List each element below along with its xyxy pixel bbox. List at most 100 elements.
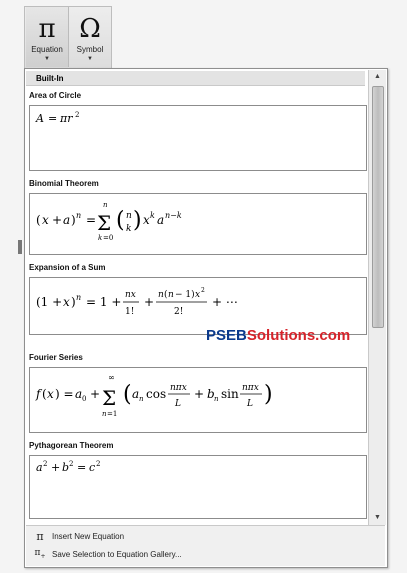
scroll-up-arrow-icon[interactable]: ▲	[369, 70, 386, 84]
svg-text:): )	[264, 382, 273, 407]
svg-text:b: b	[62, 461, 69, 474]
scrollbar-thumb[interactable]	[372, 86, 384, 328]
svg-text:n: n	[214, 395, 219, 403]
svg-text:=: =	[86, 213, 96, 227]
svg-text:2: 2	[201, 287, 205, 294]
save-selection-label: Save Selection to Equation Gallery...	[52, 550, 182, 559]
ribbon-equation-group: π Equation ▼ Ω Symbol ▼	[24, 6, 112, 69]
gallery-scrollbar[interactable]: ▲ ▼	[368, 70, 386, 525]
formula-pythagorean-theorem: a 2 + b 2 = c 2	[36, 460, 100, 474]
svg-text:(: (	[123, 382, 132, 407]
save-equation-icon: π+	[34, 548, 46, 560]
svg-text:2: 2	[69, 460, 73, 468]
gallery-item-title: Binomial Theorem	[29, 179, 99, 188]
svg-text:): )	[71, 213, 76, 227]
scroll-down-arrow-icon[interactable]: ▼	[369, 511, 386, 525]
svg-text:2!: 2!	[174, 307, 183, 317]
svg-text:sin: sin	[221, 387, 239, 401]
svg-text:a: a	[36, 461, 43, 474]
svg-text:L: L	[246, 399, 253, 409]
gallery-item-fourier-series[interactable]: f ( x ) = a 0 + ∞ Σ n =1 ( a n cos nπx L…	[29, 367, 367, 433]
svg-text:=0: =0	[103, 234, 113, 242]
svg-text:): )	[133, 208, 142, 233]
save-selection-item[interactable]: π+ Save Selection to Equation Gallery...	[26, 546, 385, 564]
svg-text:∞: ∞	[108, 373, 115, 382]
svg-text:x: x	[63, 295, 70, 309]
gallery-item-binomial-theorem[interactable]: ( x + a ) n = n Σ k =0 ( n k ) x k a n−k	[29, 193, 367, 255]
gallery-item-title: Fourier Series	[29, 353, 83, 362]
drag-marker	[18, 240, 22, 254]
equation-gallery-panel: Built-In Area of Circle A = πr 2 Binomia…	[24, 68, 388, 568]
section-header: Built-In	[26, 71, 365, 86]
chevron-down-icon: ▼	[44, 56, 50, 62]
formula-area-of-circle: A = πr 2	[35, 111, 79, 125]
svg-text:x: x	[47, 387, 54, 401]
svg-text:nx: nx	[125, 290, 136, 300]
svg-text:+: +	[194, 387, 204, 401]
chevron-down-icon: ▼	[87, 56, 93, 62]
svg-text:x: x	[143, 213, 150, 227]
svg-text:n: n	[126, 211, 132, 221]
svg-text:=: =	[48, 112, 57, 125]
svg-text:nπx: nπx	[170, 383, 187, 393]
word-equation-dropdown: π Equation ▼ Ω Symbol ▼ Built-In Area of…	[0, 0, 407, 573]
svg-text:n: n	[76, 293, 81, 302]
svg-text:n−k: n−k	[165, 211, 182, 220]
svg-text:n: n	[168, 290, 174, 300]
svg-text:c: c	[89, 461, 95, 474]
insert-new-equation-item[interactable]: π Insert New Equation	[26, 528, 385, 546]
omega-icon: Ω	[79, 14, 101, 44]
svg-text:n: n	[76, 211, 81, 220]
svg-text:x: x	[195, 290, 200, 300]
svg-text:=: =	[77, 461, 86, 474]
svg-text:+ ⋯: + ⋯	[212, 295, 238, 309]
watermark: PSEBSolutions.com	[206, 327, 350, 344]
gallery-item-area-of-circle[interactable]: A = πr 2	[29, 105, 367, 171]
svg-text:=1: =1	[107, 410, 117, 418]
svg-text:+: +	[51, 461, 60, 474]
svg-text:a: a	[157, 213, 164, 227]
svg-text:+: +	[144, 295, 154, 309]
equation-button[interactable]: π Equation ▼	[26, 7, 69, 67]
svg-text:(: (	[42, 387, 47, 401]
symbol-button[interactable]: Ω Symbol ▼	[69, 7, 111, 67]
formula-fourier-series: f ( x ) = a 0 + ∞ Σ n =1 ( a n cos nπx L…	[35, 373, 273, 418]
svg-text:− 1): − 1)	[175, 289, 195, 300]
svg-text:(: (	[116, 208, 125, 233]
svg-text:1!: 1!	[125, 307, 134, 317]
svg-text:Σ: Σ	[102, 386, 116, 410]
svg-text:= 1 +: = 1 +	[86, 295, 121, 309]
equation-button-label: Equation	[31, 45, 63, 54]
svg-text:(: (	[164, 289, 168, 300]
svg-text:+: +	[90, 387, 100, 401]
formula-expansion-of-a-sum: (1 + x ) n = 1 + nx 1! + n ( n − 1) x 2 …	[36, 287, 238, 317]
svg-text:n: n	[103, 201, 108, 209]
watermark-part1: PSEB	[206, 327, 247, 344]
gallery-item-title: Pythagorean Theorem	[29, 441, 114, 450]
svg-text:(1 +: (1 +	[36, 295, 62, 309]
svg-text:2: 2	[75, 111, 79, 119]
pi-icon: π	[36, 530, 44, 543]
svg-text:(: (	[36, 213, 41, 227]
gallery-item-title: Area of Circle	[29, 91, 82, 100]
svg-text:k: k	[98, 234, 102, 242]
svg-text:+: +	[52, 213, 62, 227]
gallery-item-pythagorean-theorem[interactable]: a 2 + b 2 = c 2	[29, 455, 367, 519]
svg-text:k: k	[126, 224, 131, 234]
svg-text:2: 2	[96, 460, 100, 468]
svg-text:A: A	[35, 112, 44, 125]
formula-binomial-theorem: ( x + a ) n = n Σ k =0 ( n k ) x k a n−k	[36, 201, 182, 242]
gallery-item-title: Expansion of a Sum	[29, 263, 106, 272]
svg-text:0: 0	[82, 395, 86, 403]
pi-icon: π	[38, 14, 56, 44]
svg-text:x: x	[42, 213, 49, 227]
svg-text:cos: cos	[146, 387, 166, 401]
svg-text:k: k	[150, 211, 155, 220]
svg-text:Σ: Σ	[97, 211, 111, 235]
svg-text:nπx: nπx	[242, 383, 259, 393]
svg-text:2: 2	[43, 460, 47, 468]
watermark-part2: Solutions.com	[246, 327, 351, 344]
svg-text:a: a	[63, 213, 70, 227]
gallery-footer: π Insert New Equation π+ Save Selection …	[26, 525, 385, 566]
svg-text:) =: ) =	[55, 387, 74, 401]
